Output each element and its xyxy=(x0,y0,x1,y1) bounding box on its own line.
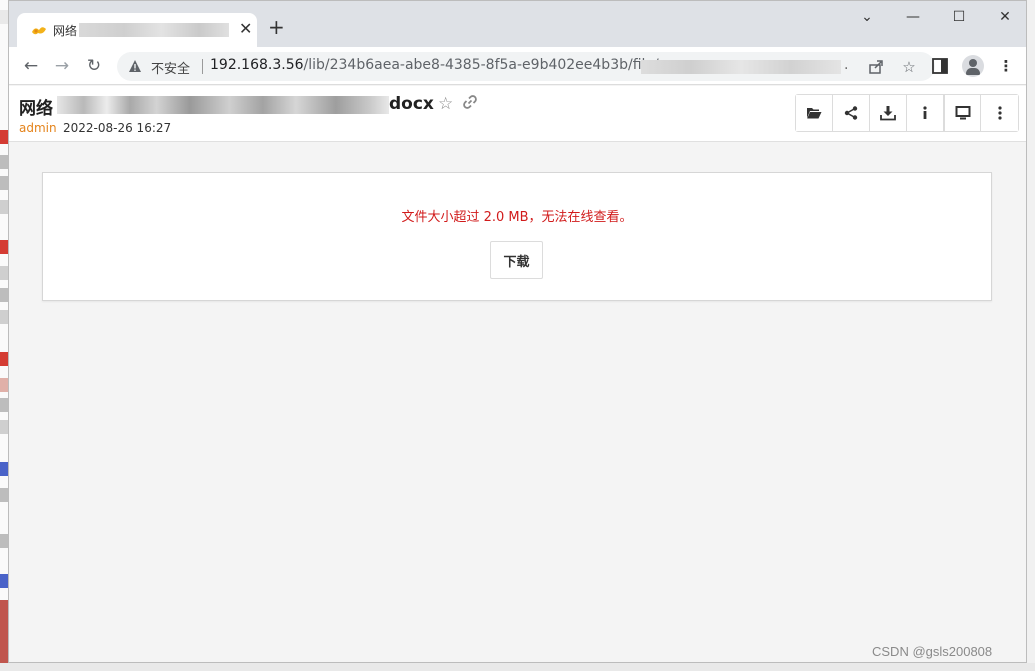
url-redacted xyxy=(641,60,841,74)
csdn-watermark: CSDN @gsls200808 xyxy=(872,644,993,659)
forward-icon[interactable]: → xyxy=(51,55,73,77)
file-name-redacted xyxy=(57,96,389,114)
file-name-suffix: docx xyxy=(389,94,434,114)
url-text[interactable]: 192.168.3.56/lib/234b6aea-abe8-4385-8f5a… xyxy=(210,57,659,73)
download-file-button[interactable]: 下载 xyxy=(490,241,543,279)
open-folder-button[interactable] xyxy=(796,95,833,131)
file-header: 网络 docx ☆ admin 2022-08-26 16:27 xyxy=(9,86,1026,142)
browser-menu-icon[interactable]: ⋮ xyxy=(995,55,1017,77)
download-icon xyxy=(880,106,896,121)
info-button[interactable] xyxy=(907,95,944,131)
close-window-icon[interactable]: ✕ xyxy=(995,7,1015,27)
omnibox-divider xyxy=(202,59,203,74)
file-too-large-message: 文件大小超过 2.0 MB，无法在线查看。 xyxy=(401,210,633,225)
url-trailing: . xyxy=(844,57,849,73)
maximize-icon[interactable]: ☐ xyxy=(949,7,969,27)
open-via-client-button[interactable] xyxy=(944,95,981,131)
share-button[interactable] xyxy=(833,95,870,131)
bookmark-star-icon[interactable]: ☆ xyxy=(900,58,918,76)
reload-icon[interactable]: ↻ xyxy=(83,55,105,77)
new-tab-button[interactable]: + xyxy=(268,16,285,38)
file-name-prefix: 网络 xyxy=(19,99,53,119)
address-bar[interactable]: 不安全 192.168.3.56/lib/234b6aea-abe8-4385-… xyxy=(117,52,935,81)
tab-strip: 网络 ✕ + ⌄ — ☐ ✕ xyxy=(9,1,1026,47)
tab-search-icon[interactable]: ⌄ xyxy=(857,7,877,27)
link-icon[interactable] xyxy=(462,94,478,110)
warning-icon xyxy=(129,60,141,72)
share-page-icon[interactable] xyxy=(867,58,885,76)
url-path: /lib/234b6aea-abe8-4385-8f5a-e9b402ee4b3… xyxy=(303,57,659,73)
side-panel-icon[interactable] xyxy=(929,55,951,77)
url-host: 192.168.3.56 xyxy=(210,57,304,73)
file-owner[interactable]: admin xyxy=(19,121,57,135)
tab-title: 网络 xyxy=(53,24,78,38)
close-tab-icon[interactable]: ✕ xyxy=(239,19,252,39)
info-icon xyxy=(923,106,927,119)
profile-avatar-icon[interactable] xyxy=(962,55,984,77)
background-window-edge-right xyxy=(1027,0,1035,671)
background-taskbar-edge xyxy=(0,663,1035,671)
file-preview-unavailable-card: 文件大小超过 2.0 MB，无法在线查看。 下载 xyxy=(42,172,992,301)
share-icon xyxy=(844,106,858,120)
star-icon[interactable]: ☆ xyxy=(438,94,453,114)
background-window-edge xyxy=(0,0,8,671)
desktop-icon xyxy=(955,106,970,120)
open-folder-icon xyxy=(807,108,822,119)
file-modified-time: 2022-08-26 16:27 xyxy=(63,121,172,135)
browser-tab[interactable]: 网络 ✕ xyxy=(17,13,257,47)
back-icon[interactable]: ← xyxy=(20,55,42,77)
minimize-icon[interactable]: — xyxy=(903,7,923,27)
browser-window: 网络 ✕ + ⌄ — ☐ ✕ ← → ↻ 不安全 192.168.3.56/li… xyxy=(8,0,1027,663)
security-status[interactable]: 不安全 xyxy=(151,58,190,77)
tab-title-redacted xyxy=(79,23,229,37)
download-button[interactable] xyxy=(870,95,907,131)
seafile-favicon-icon xyxy=(32,27,46,35)
more-icon xyxy=(997,106,1002,120)
browser-toolbar: ← → ↻ 不安全 192.168.3.56/lib/234b6aea-abe8… xyxy=(9,47,1026,85)
file-operations-toolbar xyxy=(795,94,1019,132)
more-button[interactable] xyxy=(981,95,1018,131)
